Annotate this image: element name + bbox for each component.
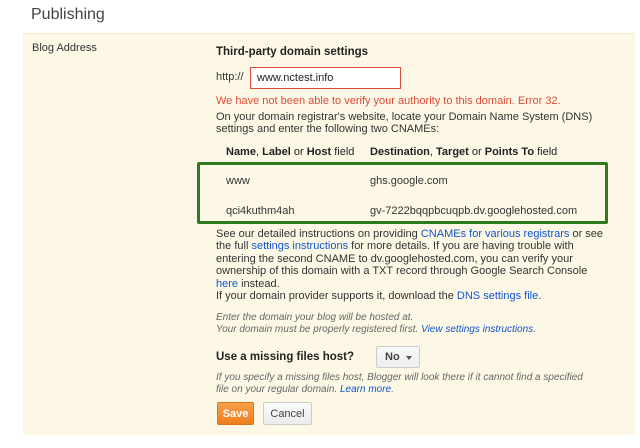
cnames-registrars-link[interactable]: CNAMEs for various registrars xyxy=(421,228,570,240)
cname-row-2-name: qci4kuthm4ah xyxy=(226,205,295,217)
header-target: Target xyxy=(436,146,469,158)
hint-text: . xyxy=(533,323,536,335)
details-text: for more details. If you are having trou… xyxy=(348,240,574,253)
http-prefix: http:// xyxy=(216,71,244,83)
dns-instructions: On your domain registrar's website, loca… xyxy=(216,111,593,136)
header-or: or xyxy=(468,146,485,158)
missing-files-select[interactable]: No xyxy=(376,346,420,368)
error-message: We have not been able to verify your aut… xyxy=(216,95,561,107)
details-text: . xyxy=(538,290,542,303)
header-points-to: Points To xyxy=(484,146,535,158)
cname-row-1-destination: ghs.google.com xyxy=(370,175,448,187)
header-destination: Destination xyxy=(370,146,430,158)
header-field: field xyxy=(534,146,558,158)
cancel-button[interactable]: Cancel xyxy=(263,402,312,425)
details-text: instead. xyxy=(238,277,280,290)
save-button[interactable]: Save xyxy=(217,402,254,425)
section-title: Third-party domain settings xyxy=(216,46,369,58)
hint-text: file on your regular domain. xyxy=(216,383,340,395)
cname-row-2-destination: gv-7222bqqpbcuqpb.dv.googlehosted.com xyxy=(370,205,578,217)
details-text: ownership of this domain with a TXT reco… xyxy=(216,265,588,278)
view-settings-instructions-link[interactable]: View settings instructions xyxy=(421,324,533,335)
here-link[interactable]: here xyxy=(216,278,238,290)
settings-instructions-link[interactable]: settings instructions xyxy=(251,240,348,252)
hint-text: . xyxy=(391,383,394,395)
header-or: or xyxy=(290,146,307,158)
header-field: field xyxy=(331,146,355,158)
header-host: Host xyxy=(306,146,332,158)
hint-text: Your domain must be properly registered … xyxy=(216,323,422,335)
dns-settings-file-link[interactable]: DNS settings file xyxy=(457,290,538,302)
missing-files-selected: No xyxy=(385,351,400,363)
details-text: or see xyxy=(569,228,604,240)
details-text: See our detailed instructions on providi… xyxy=(216,228,421,240)
chevron-down-icon xyxy=(406,356,412,360)
learn-more-link[interactable]: Learn more xyxy=(340,384,391,395)
hint-text: If you specify a missing files host, Blo… xyxy=(216,372,583,383)
header-label: Label xyxy=(262,146,291,158)
detailed-instructions: See our detailed instructions on providi… xyxy=(216,228,628,302)
cname-row-1-name: www xyxy=(226,175,250,187)
domain-input[interactable] xyxy=(250,67,401,89)
details-text: the full xyxy=(216,240,252,253)
cname-dest-header: Destination, Target or Points To field xyxy=(370,146,557,158)
missing-files-label: Use a missing files host? xyxy=(216,351,355,363)
cname-name-header: Name, Label or Host field xyxy=(226,146,354,158)
missing-files-hint: If you specify a missing files host, Blo… xyxy=(216,372,631,395)
details-text: entering the second CNAME to dv.googleho… xyxy=(216,252,573,265)
details-text: If your domain provider supports it, dow… xyxy=(216,290,457,303)
hint-text: Enter the domain your blog will be hoste… xyxy=(216,312,414,323)
header-name: Name xyxy=(226,146,256,158)
page-title: Publishing xyxy=(31,6,105,23)
domain-hint: Enter the domain your blog will be hoste… xyxy=(216,312,536,335)
blog-address-panel: Blog Address Third-party domain settings… xyxy=(23,33,635,435)
blog-address-label: Blog Address xyxy=(32,42,97,54)
